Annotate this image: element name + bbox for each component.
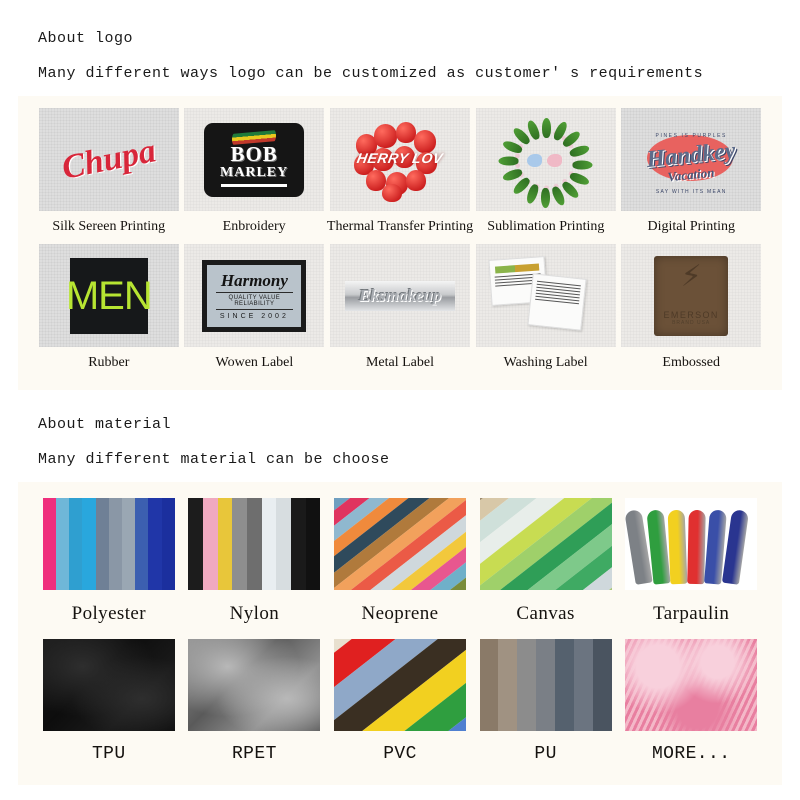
marley-text: MARLEY [220,165,289,181]
material-item-label: Canvas [516,603,575,624]
chupa-logo-text: Chupa [58,131,159,187]
embroidery-image: BOB MARLEY [184,108,325,211]
logo-item-thermal-transfer[interactable]: HERRY LOV Thermal Transfer Printing [327,108,473,244]
material-item-label: RPET [231,744,277,764]
logo-item-woven-label[interactable]: Harmony QUALITY VALUE RELIABILITY SINCE … [182,244,328,380]
material-grid-row-1: Polyester Nylon Neoprene Canvas Tarpauli… [18,494,782,635]
emerson-sub-text: BRAND USA [672,319,711,326]
harmony-brand-text: Harmony [220,270,288,290]
logo-item-washing-label[interactable]: Washing Label [473,244,619,380]
care-tag-back [527,272,587,331]
material-item-label: Nylon [229,603,280,624]
material-item-neoprene[interactable]: Neoprene [327,494,473,635]
logo-item-rubber[interactable]: MEN Rubber [36,244,182,380]
canvas-swatch [476,494,616,594]
logo-section-title: About logo [38,30,134,47]
logo-item-label: Sublimation Printing [487,219,605,234]
thermal-transfer-image: HERRY LOV [330,108,470,211]
pink-bird-icon [546,153,562,167]
logo-section-subtitle: Many different ways logo can be customiz… [38,65,704,82]
material-panel: Polyester Nylon Neoprene Canvas Tarpauli… [18,482,782,785]
bob-marley-patch: BOB MARLEY [204,122,305,197]
material-item-label: PVC [383,744,417,764]
metal-plate: Eksmakeup [344,280,455,311]
material-item-label: MORE... [651,744,731,764]
logo-item-label: Digital Printing [647,219,736,234]
logo-item-label: Enbroidery [222,219,286,234]
emerson-text: EMERSON [663,309,719,320]
lightning-bolt-icon: ⚡ [680,258,702,297]
material-item-label: Tarpaulin [653,603,730,624]
logo-grid-row-1: Chupa Silk Sereen Printing BOB MARLEY En… [18,108,782,244]
logo-item-embossed[interactable]: ⚡ EMERSON BRAND USA Embossed [618,244,764,380]
pu-swatch [476,635,616,735]
material-item-canvas[interactable]: Canvas [473,494,619,635]
material-section-title: About material [38,416,172,433]
logo-item-label: Metal Label [365,355,434,370]
logo-panel: Chupa Silk Sereen Printing BOB MARLEY En… [18,96,782,390]
handkey-sub-text: Vacation [667,164,716,185]
material-item-tarpaulin[interactable]: Tarpaulin [618,494,764,635]
embossed-image: ⚡ EMERSON BRAND USA [621,244,762,347]
material-item-more[interactable]: MORE... [618,635,764,775]
material-item-label: Neoprene [361,603,439,624]
logo-grid-row-2: MEN Rubber Harmony QUALITY VALUE RELIABI… [18,244,782,380]
men-rubber-patch: MEN [66,257,153,334]
material-item-nylon[interactable]: Nylon [182,494,328,635]
logo-item-sublimation[interactable]: Sublimation Printing [473,108,618,244]
rubber-image: MEN [38,244,179,347]
material-section-subtitle: Many different material can be choose [38,451,390,468]
logo-item-metal-label[interactable]: Eksmakeup Metal Label [327,244,473,380]
strawberry-heart: HERRY LOV [352,120,448,202]
handkey-top-text: PINES IS PURPLES [655,132,727,139]
logo-item-label: Thermal Transfer Printing [326,219,474,234]
logo-item-embroidery[interactable]: BOB MARLEY Enbroidery [181,108,326,244]
harmony-tagline-text: QUALITY VALUE RELIABILITY [215,291,293,310]
leather-patch: ⚡ EMERSON BRAND USA [654,255,729,336]
heart-slogan-text: HERRY LOV [355,149,445,166]
woven-label-image: Harmony QUALITY VALUE RELIABILITY SINCE … [184,244,325,347]
rpet-swatch [184,635,324,735]
bob-text: BOB [230,142,278,167]
sublimation-image [475,108,616,211]
catalog-page: About logo Many different ways logo can … [0,0,800,800]
logo-item-label: Washing Label [503,355,588,370]
material-item-pu[interactable]: PU [473,635,619,775]
tarpaulin-swatch [621,494,761,594]
logo-item-label: Embossed [662,355,720,370]
harmony-label: Harmony QUALITY VALUE RELIABILITY SINCE … [202,259,307,332]
eksmakeup-text: Eksmakeup [358,285,442,305]
handkey-bottom-text: SAY WITH ITS MEAN [655,188,727,195]
silk-screen-image: Chupa [38,108,179,211]
material-item-label: Polyester [71,603,146,624]
material-item-tpu[interactable]: TPU [36,635,182,775]
logo-item-digital-printing[interactable]: PINES IS PURPLES Handkey Vacation SAY WI… [619,108,764,244]
men-text: MEN [65,273,153,318]
tpu-swatch [39,635,179,735]
digital-printing-image: PINES IS PURPLES Handkey Vacation SAY WI… [621,108,762,211]
blue-bird-icon [526,153,542,167]
washing-label-image [475,244,616,347]
material-item-polyester[interactable]: Polyester [36,494,182,635]
harmony-since-text: SINCE 2002 [219,312,289,320]
more-swatch [621,635,761,735]
logo-item-label: Silk Sereen Printing [52,219,166,234]
logo-item-label: Wowen Label [215,355,294,370]
handkey-logo: PINES IS PURPLES Handkey Vacation SAY WI… [635,127,747,195]
material-item-pvc[interactable]: PVC [327,635,473,775]
care-tags [486,254,606,338]
material-grid-row-2: TPU RPET PVC PU MORE... [18,635,782,775]
pvc-swatch [330,635,470,735]
logo-item-label: Rubber [88,355,130,370]
material-item-rpet[interactable]: RPET [182,635,328,775]
material-item-label: TPU [91,744,126,764]
patch-underline [221,183,288,187]
polyester-swatch [39,494,179,594]
logo-item-silk-screen[interactable]: Chupa Silk Sereen Printing [36,108,181,244]
leaf-wreath [498,117,593,208]
material-item-label: PU [534,744,557,764]
metal-label-image: Eksmakeup [329,244,470,347]
nylon-swatch [184,494,324,594]
neoprene-swatch [330,494,470,594]
